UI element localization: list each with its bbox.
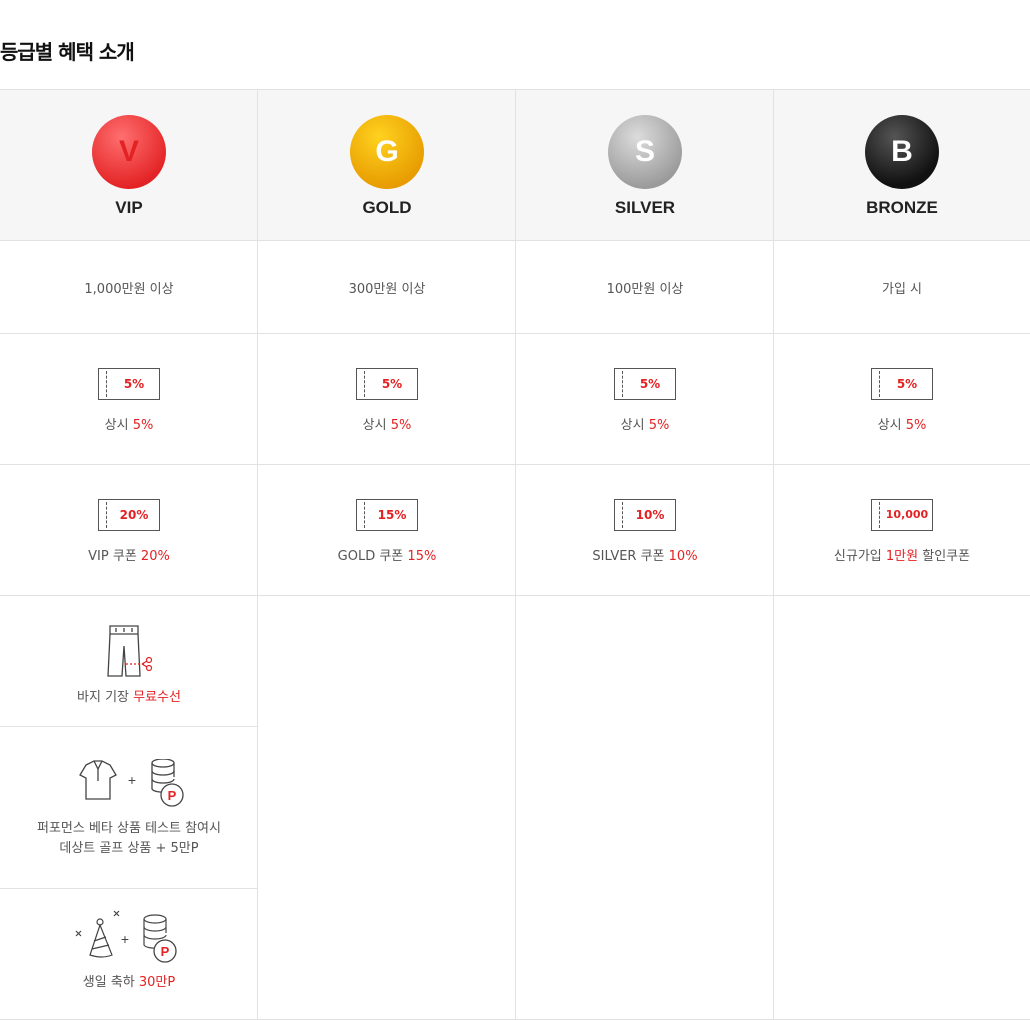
page-title: 등급별 혜택 소개	[0, 40, 135, 64]
svg-text:+: +	[121, 931, 129, 947]
grade-header: B BRONZE	[774, 90, 1030, 241]
grade-header: S SILVER	[516, 90, 774, 241]
coupon-ticket-icon: 10,000	[871, 499, 933, 531]
coupon-ticket-icon: 15%	[356, 499, 418, 531]
pants-repair-benefit: 바지 기장 무료수선	[0, 596, 258, 727]
grade-header: G GOLD	[258, 90, 516, 241]
svg-text:P: P	[168, 788, 177, 803]
coupon-ticket-icon: 20%	[98, 499, 160, 531]
grade-column-bronze: B BRONZE 가입 시 5% 상시 5% 10,000 신규가입 1만원 할…	[773, 90, 1030, 1019]
svg-text:+: +	[128, 772, 136, 788]
grade-column-silver: S SILVER 100만원 이상 5% 상시 5% 10% SILVER 쿠폰…	[515, 90, 774, 1019]
beta-test-benefit: P + 퍼포먼스 베타 상품 테스트 참여시 데상트 골프 상품 + 5만P	[0, 727, 258, 889]
grade-coupon: 20% VIP 쿠폰 20%	[0, 465, 258, 596]
pants-scissors-icon	[107, 625, 153, 677]
always-discount: 5% 상시 5%	[516, 334, 774, 465]
grade-benefits-table: V VIP 1,000만원 이상 5% 상시 5% 20% VIP 쿠폰 20%	[0, 89, 1030, 1020]
silver-badge-icon: S	[608, 115, 682, 189]
grade-name: SILVER	[614, 198, 676, 217]
grade-name: BRONZE	[866, 198, 938, 217]
birthday-benefit: P + 생일 축하 30만P	[0, 889, 258, 1019]
grade-condition: 가입 시	[774, 241, 1030, 334]
coupon-ticket-icon: 5%	[614, 368, 676, 400]
shirt-plus-points-icon: P +	[79, 759, 184, 807]
grade-header: V VIP	[0, 90, 258, 241]
svg-text:P: P	[161, 944, 170, 959]
gold-badge-icon: G	[350, 115, 424, 189]
coupon-ticket-icon: 5%	[356, 368, 418, 400]
party-hat-plus-points-icon: P +	[75, 910, 177, 963]
coupon-ticket-icon: 10%	[614, 499, 676, 531]
always-discount: 5% 상시 5%	[774, 334, 1030, 465]
coupon-ticket-icon: 5%	[98, 368, 160, 400]
always-discount: 5% 상시 5%	[0, 334, 258, 465]
grade-name: GOLD	[362, 198, 412, 217]
grade-coupon: 15% GOLD 쿠폰 15%	[258, 465, 516, 596]
always-discount: 5% 상시 5%	[258, 334, 516, 465]
grade-condition: 300만원 이상	[258, 241, 516, 334]
grade-column-vip: V VIP 1,000만원 이상 5% 상시 5% 20% VIP 쿠폰 20%	[0, 90, 258, 1019]
coupon-ticket-icon: 5%	[871, 368, 933, 400]
vip-badge-icon: V	[92, 115, 166, 189]
grade-column-gold: G GOLD 300만원 이상 5% 상시 5% 15% GOLD 쿠폰 15%	[257, 90, 516, 1019]
grade-coupon: 10,000 신규가입 1만원 할인쿠폰	[774, 465, 1030, 596]
grade-coupon: 10% SILVER 쿠폰 10%	[516, 465, 774, 596]
grade-name: VIP	[115, 198, 143, 217]
grade-condition: 1,000만원 이상	[0, 241, 258, 334]
grade-condition: 100만원 이상	[516, 241, 774, 334]
bronze-badge-icon: B	[865, 115, 939, 189]
